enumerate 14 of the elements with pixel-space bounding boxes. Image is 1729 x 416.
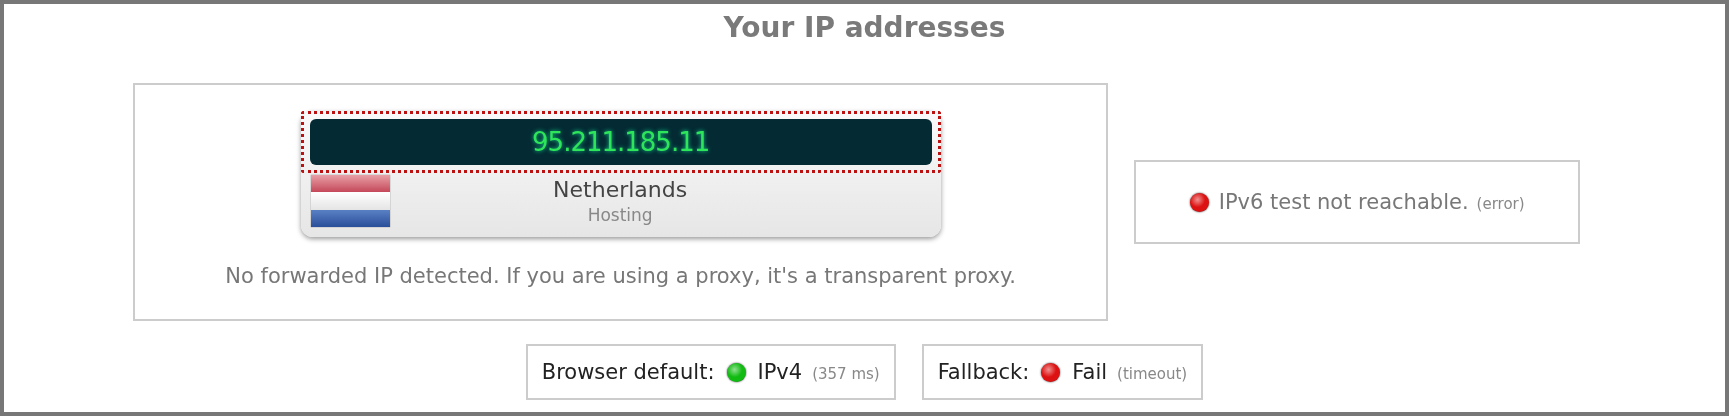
ipv6-message: IPv6 test not reachable. xyxy=(1218,190,1469,214)
ip-address: 95.211.185.11 xyxy=(309,119,932,165)
page-title: Your IP addresses xyxy=(723,10,1006,46)
check-result: Fail xyxy=(1072,360,1108,384)
check-label: Fallback: xyxy=(937,360,1030,384)
check-result: IPv4 xyxy=(757,360,803,384)
country-name: Netherlands xyxy=(552,176,689,204)
check-detail: (357 ms) xyxy=(812,365,880,383)
flag-icon xyxy=(310,175,390,227)
check-detail: (timeout) xyxy=(1117,365,1188,383)
forwarded-note: No forwarded IP detected. If you are using a proxy, it's a transparent proxy. xyxy=(225,264,1017,288)
ipv6-detail: (error) xyxy=(1476,195,1525,213)
ip-type: Hosting xyxy=(586,204,654,226)
check-label: Browser default: xyxy=(541,360,715,384)
